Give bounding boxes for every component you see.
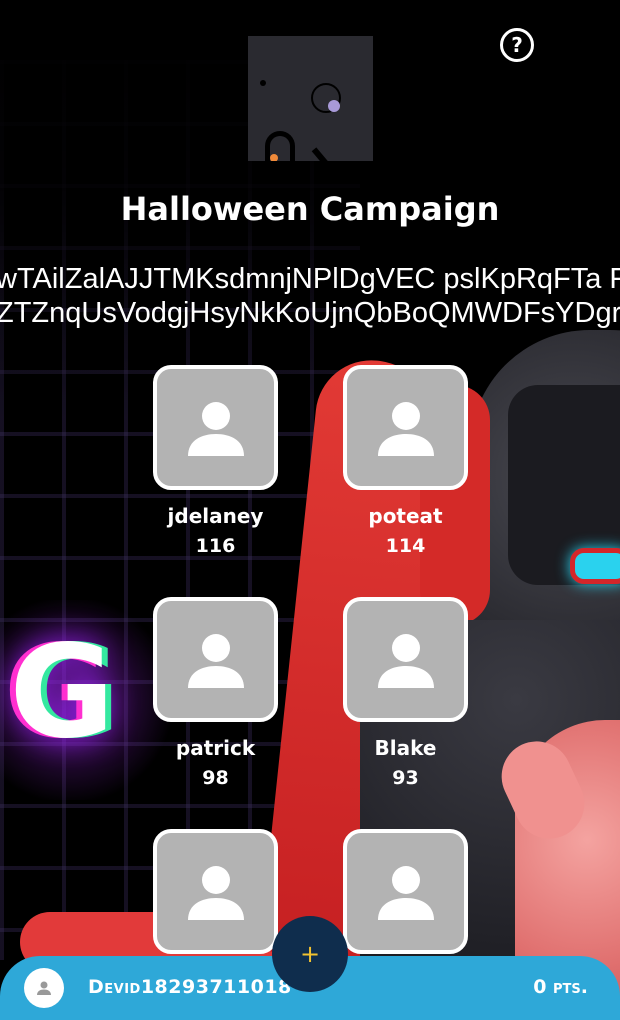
add-button[interactable]: + [272,916,348,992]
person-icon [377,633,434,688]
player-score: 114 [385,535,426,557]
campaign-description: wTAilZalAJJTMKsdmnjNPlDgVEC pslKpRqFTa F… [0,262,620,330]
points-label: 0 pts. [533,976,588,998]
player-name: Blake [374,736,437,760]
person-icon [377,865,434,920]
person-icon [187,401,244,456]
campaign-image-arc [265,131,295,161]
help-icon[interactable]: ? [500,28,534,62]
player-avatar [343,365,468,490]
player-score: 98 [202,767,229,789]
device-id-label: Devid18293711018 [88,976,292,998]
player-card-blake[interactable]: Blake 93 [343,597,468,790]
player-score: 116 [195,535,236,557]
person-icon [187,865,244,920]
player-card-jdelaney[interactable]: jdelaney 116 [153,365,278,558]
player-card-patrick[interactable]: patrick 98 [153,597,278,790]
person-icon [377,401,434,456]
player-avatar [153,597,278,722]
player-score: 93 [392,767,419,789]
player-card-poteat[interactable]: poteat 114 [343,365,468,558]
player-avatar [153,829,278,954]
campaign-image-stick [311,147,335,161]
player-name: jdelaney [167,504,264,528]
campaign-title: Halloween Campaign [120,190,500,228]
player-avatar [343,829,468,954]
person-icon [187,633,244,688]
user-avatar[interactable] [24,968,64,1008]
player-name: patrick [175,736,256,760]
player-name: poteat [368,504,443,528]
description-line: wTAilZalAJJTMKsdmnjNPlDgVEC pslKpRqFTa F [0,263,620,295]
robot-eye [570,548,620,584]
player-avatar [153,365,278,490]
campaign-image-dot [260,80,266,86]
player-card[interactable] [153,829,278,954]
neon-g-logo: G [9,618,115,767]
player-card[interactable] [343,829,468,954]
campaign-image-dot [328,100,340,112]
campaign-image [248,36,373,161]
player-avatar [343,597,468,722]
person-icon [37,981,51,995]
description-line: ZTZnqUsVodgjHsyNkKoUjnQbBoQMWDFsYDgr [0,297,620,329]
